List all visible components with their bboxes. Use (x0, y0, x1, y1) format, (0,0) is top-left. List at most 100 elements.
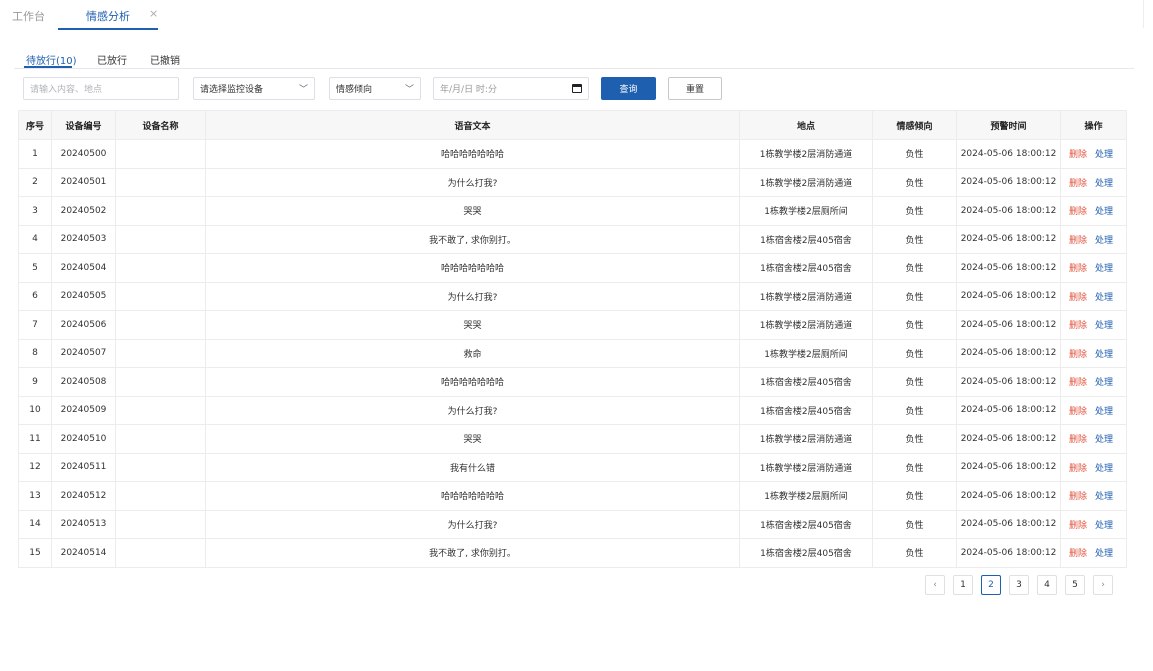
cell-device-id: 20240506 (51, 310, 116, 340)
cell-location: 1栋宿舍楼2层405宿舍 (739, 509, 873, 539)
query-button[interactable]: 查询 (601, 77, 656, 100)
cell-speech-text: 为什么打我? (205, 281, 740, 311)
cell-location: 1栋教学楼2层消防通道 (739, 281, 873, 311)
cell-index: 13 (18, 481, 52, 511)
handle-link[interactable]: 处理 (1095, 350, 1113, 360)
cell-index: 15 (18, 538, 52, 568)
page-button-5[interactable]: 5 (1065, 575, 1085, 595)
delete-link[interactable]: 删除 (1069, 435, 1087, 445)
delete-link[interactable]: 删除 (1069, 264, 1087, 274)
cell-alert-time: 2024-05-06 18:00:12 (956, 167, 1061, 197)
cell-alert-time: 2024-05-06 18:00:12 (956, 196, 1061, 226)
handle-link[interactable]: 处理 (1095, 407, 1113, 417)
handle-link[interactable]: 处理 (1095, 150, 1113, 160)
cell-actions: 删除 处理 (1060, 452, 1127, 482)
handle-link[interactable]: 处理 (1095, 264, 1113, 274)
cell-alert-time: 2024-05-06 18:00:12 (956, 367, 1061, 397)
datetime-input[interactable]: 年/月/日 时:分 (433, 77, 589, 100)
next-page-button[interactable]: › (1093, 575, 1113, 595)
cell-index: 4 (18, 224, 52, 254)
column-header-emotion: 情感倾向 (872, 110, 957, 140)
page-button-2[interactable]: 2 (981, 575, 1001, 595)
handle-link[interactable]: 处理 (1095, 435, 1113, 445)
cell-device-id: 20240509 (51, 395, 116, 425)
cell-index: 10 (18, 395, 52, 425)
tab-revoked[interactable]: 已撤销 (150, 52, 180, 67)
delete-link[interactable]: 删除 (1069, 407, 1087, 417)
keyword-search-input[interactable]: 请输入内容、地点 (23, 77, 179, 100)
cell-device-id: 20240510 (51, 424, 116, 454)
cell-device-name (115, 167, 206, 197)
cell-emotion: 负性 (872, 538, 957, 568)
delete-link[interactable]: 删除 (1069, 492, 1087, 502)
page-button-1[interactable]: 1 (953, 575, 973, 595)
cell-index: 5 (18, 253, 52, 283)
column-header-index: 序号 (18, 110, 52, 140)
cell-device-name (115, 253, 206, 283)
delete-link[interactable]: 删除 (1069, 521, 1087, 531)
page-button-3[interactable]: 3 (1009, 575, 1029, 595)
device-select[interactable]: 请选择监控设备 ﹀ (193, 77, 315, 100)
cell-emotion: 负性 (872, 509, 957, 539)
calendar-icon[interactable] (572, 84, 582, 93)
cell-actions: 删除 处理 (1060, 167, 1127, 197)
delete-link[interactable]: 删除 (1069, 350, 1087, 360)
cell-location: 1栋教学楼2层消防通道 (739, 310, 873, 340)
data-table: 序号 设备编号 设备名称 语音文本 地点 情感倾向 预警时间 操作 1 20240… (18, 110, 1127, 568)
cell-device-name (115, 424, 206, 454)
cell-actions: 删除 处理 (1060, 338, 1127, 368)
tab-workbench[interactable]: 工作台 (12, 8, 45, 24)
cell-device-id: 20240500 (51, 139, 116, 169)
tab-released[interactable]: 已放行 (97, 52, 127, 67)
delete-link[interactable]: 删除 (1069, 150, 1087, 160)
close-icon[interactable]: × (149, 7, 158, 20)
prev-page-button[interactable]: ‹ (925, 575, 945, 595)
cell-actions: 删除 处理 (1060, 253, 1127, 283)
handle-link[interactable]: 处理 (1095, 293, 1113, 303)
cell-index: 3 (18, 196, 52, 226)
tab-emotion-analysis[interactable]: 情感分析 (86, 8, 130, 24)
device-select-placeholder: 请选择监控设备 (200, 85, 264, 95)
cell-speech-text: 我有什么错 (205, 452, 740, 482)
cell-alert-time: 2024-05-06 18:00:12 (956, 281, 1061, 311)
cell-emotion: 负性 (872, 424, 957, 454)
reset-button[interactable]: 重置 (668, 77, 722, 100)
table-row: 9 20240508 哈哈哈哈哈哈哈 1栋宿舍楼2层405宿舍 负性 2024-05-06… (18, 367, 1127, 397)
cell-location: 1栋教学楼2层厕所间 (739, 481, 873, 511)
handle-link[interactable]: 处理 (1095, 378, 1113, 388)
cell-alert-time: 2024-05-06 18:00:12 (956, 452, 1061, 482)
handle-link[interactable]: 处理 (1095, 549, 1113, 559)
delete-link[interactable]: 删除 (1069, 549, 1087, 559)
cell-device-name (115, 224, 206, 254)
cell-speech-text: 我不敢了, 求你别打。 (205, 538, 740, 568)
cell-speech-text: 哈哈哈哈哈哈哈 (205, 139, 740, 169)
handle-link[interactable]: 处理 (1095, 521, 1113, 531)
table-row: 15 20240514 我不敢了, 求你别打。 1栋宿舍楼2层405宿舍 负性 2024-… (18, 538, 1127, 568)
page-button-4[interactable]: 4 (1037, 575, 1057, 595)
handle-link[interactable]: 处理 (1095, 236, 1113, 246)
delete-link[interactable]: 删除 (1069, 236, 1087, 246)
cell-actions: 删除 处理 (1060, 538, 1127, 568)
handle-link[interactable]: 处理 (1095, 321, 1113, 331)
cell-alert-time: 2024-05-06 18:00:12 (956, 139, 1061, 169)
delete-link[interactable]: 删除 (1069, 321, 1087, 331)
table-row: 12 20240511 我有什么错 1栋教学楼2层消防通道 负性 2024-05-06 1… (18, 452, 1127, 482)
cell-speech-text: 哭哭 (205, 196, 740, 226)
table-row: 10 20240509 为什么打我? 1栋宿舍楼2层405宿舍 负性 2024-05-06… (18, 395, 1127, 425)
handle-link[interactable]: 处理 (1095, 179, 1113, 189)
delete-link[interactable]: 删除 (1069, 293, 1087, 303)
delete-link[interactable]: 删除 (1069, 179, 1087, 189)
handle-link[interactable]: 处理 (1095, 464, 1113, 474)
tab-pending[interactable]: 待放行(10) (26, 52, 77, 67)
cell-index: 7 (18, 310, 52, 340)
cell-index: 11 (18, 424, 52, 454)
cell-actions: 删除 处理 (1060, 509, 1127, 539)
handle-link[interactable]: 处理 (1095, 207, 1113, 217)
emotion-select[interactable]: 情感倾向 ﹀ (329, 77, 421, 100)
cell-alert-time: 2024-05-06 18:00:12 (956, 424, 1061, 454)
delete-link[interactable]: 删除 (1069, 464, 1087, 474)
handle-link[interactable]: 处理 (1095, 492, 1113, 502)
delete-link[interactable]: 删除 (1069, 207, 1087, 217)
cell-emotion: 负性 (872, 139, 957, 169)
delete-link[interactable]: 删除 (1069, 378, 1087, 388)
